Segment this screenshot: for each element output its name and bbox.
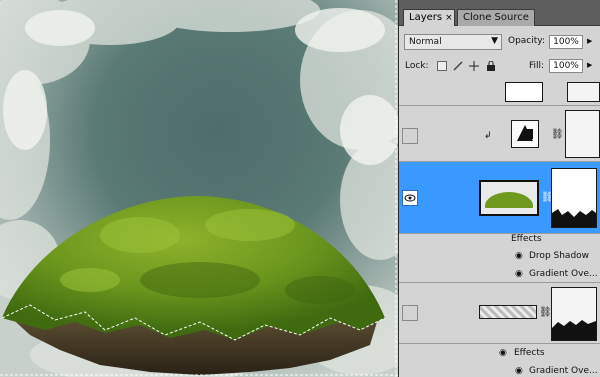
dropdown-arrow-icon: ▼ [491,36,498,46]
link-chain-icon[interactable]: ⛓ [551,129,564,140]
effect-drop-shadow[interactable]: Drop Shadow [529,251,589,261]
layer-row-selected[interactable]: ⛓ [399,162,600,234]
link-chain-icon[interactable]: ⛓ [539,307,552,318]
visibility-toggle[interactable] [402,305,418,321]
eye-icon[interactable]: ◉ [499,348,507,358]
clip-arrow-icon: ↲ [484,131,492,141]
fill-label: Fill: [529,61,545,71]
layer-mask-thumbnail [551,287,597,341]
panel-tab-bar: Layers × Clone Source [399,0,600,26]
effect-gradient-overlay[interactable]: Gradient Ove... [529,269,598,279]
effects-label: Effects [514,348,545,358]
canvas-artwork [0,0,398,377]
eye-icon[interactable]: ◉ [515,251,523,261]
eye-icon[interactable]: ◉ [515,269,523,279]
tab-clone-source[interactable]: Clone Source [457,9,535,26]
lock-transparent-icon[interactable] [437,61,447,71]
layers-toolbar: Normal ▼ Opacity: 100% ▶ Lock: Fill: 100… [399,26,600,86]
layer-thumbnail [479,180,539,220]
layer-mask-thumbnail [567,82,600,102]
tab-clone-source-label: Clone Source [463,12,529,23]
adjustment-icon [511,120,539,148]
blend-mode-dropdown[interactable]: Normal ▼ [404,34,502,50]
blend-mode-value: Normal [409,37,442,47]
fill-slider-arrow-icon[interactable]: ▶ [587,61,592,69]
opacity-label: Opacity: [508,36,545,46]
effect-gradient-overlay[interactable]: Gradient Ove... [529,366,598,376]
eye-icon[interactable] [402,190,418,206]
layer-mask-thumbnail [551,168,597,228]
effects-label: Effects [511,234,542,244]
tab-layers-label: Layers [409,12,443,23]
layers-list: ↲ ⛓ ⛓ Effects ◉ Drop Shadow ◉ Gradient O… [399,82,600,377]
lock-all-icon[interactable] [486,60,496,71]
layer-row-partial[interactable] [399,82,600,106]
opacity-input[interactable]: 100% [549,35,583,49]
lock-brush-icon[interactable] [453,61,463,71]
visibility-toggle[interactable] [402,128,418,144]
lock-label: Lock: [405,61,429,71]
document-canvas[interactable] [0,0,398,377]
layer-thumbnail [505,82,543,102]
opacity-slider-arrow-icon[interactable]: ▶ [587,37,592,45]
layer-row-bottom[interactable]: ⛓ [399,282,600,344]
close-icon[interactable]: × [445,13,453,23]
layer-thumbnail [479,305,537,319]
fill-input[interactable]: 100% [549,59,583,73]
layer-row-adjustment[interactable]: ↲ ⛓ [399,106,600,162]
tab-layers[interactable]: Layers × [403,9,455,26]
layers-panel: Layers × Clone Source Normal ▼ Opacity: 1… [398,0,600,377]
layer-mask-thumbnail [565,110,600,158]
lock-move-icon[interactable] [469,61,479,71]
eye-icon[interactable]: ◉ [515,366,523,376]
